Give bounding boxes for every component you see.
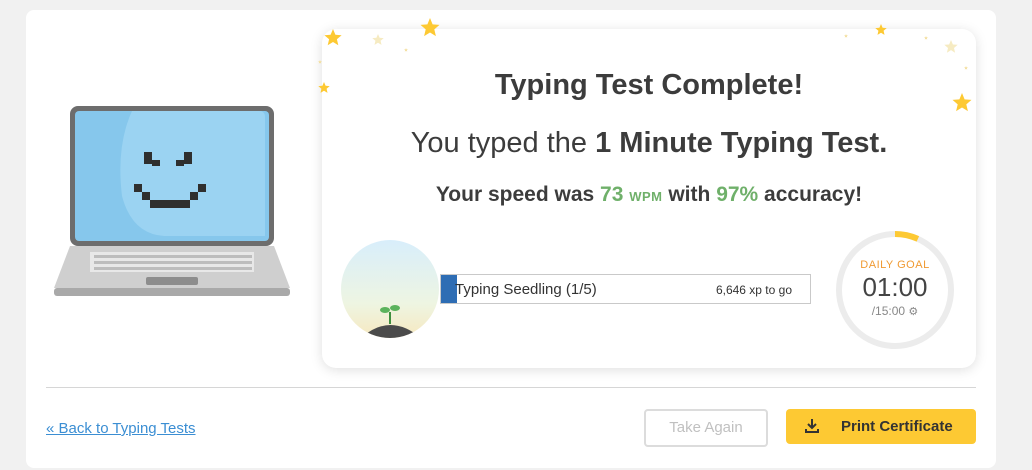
results-bubble: Typing Test Complete! You typed the 1 Mi… [322,29,976,368]
print-certificate-button[interactable]: Print Certificate [786,409,976,444]
level-name: Typing Seedling (1/5) [455,281,597,298]
accuracy-value: 97% [716,183,759,206]
back-to-tests-link[interactable]: « Back to Typing Tests [46,420,196,437]
xp-to-go: 6,646 xp to go [715,283,792,297]
daily-goal-label: DAILY GOAL [860,259,930,271]
daily-goal: DAILY GOAL 01:00 /15:00 ⚙ [834,229,956,351]
download-icon [805,419,819,433]
results-card: Typing Test Complete! You typed the 1 Mi… [26,10,996,468]
gear-icon[interactable]: ⚙ [908,306,918,318]
seedling-icon [341,240,439,338]
speed-summary: Your speed was 73 WPM with 97% accuracy! [435,183,863,206]
level-progress-bar: Typing Seedling (1/5) 6,646 xp to go [440,274,811,304]
wpm-value: 73 [600,183,624,206]
footer-divider [46,387,976,388]
test-name: 1 Minute Typing Test. [595,127,888,159]
daily-goal-total: /15:00 ⚙ [871,304,919,318]
level-avatar [341,240,439,338]
print-certificate-label: Print Certificate [841,418,953,435]
take-again-button[interactable]: Take Again [644,409,768,447]
daily-goal-time: 01:00 [862,272,928,302]
laptop-mascot-icon [54,106,290,296]
wpm-unit: WPM [629,189,663,204]
test-summary: You typed the 1 Minute Typing Test. [410,127,888,159]
results-heading: Typing Test Complete! [494,69,804,101]
